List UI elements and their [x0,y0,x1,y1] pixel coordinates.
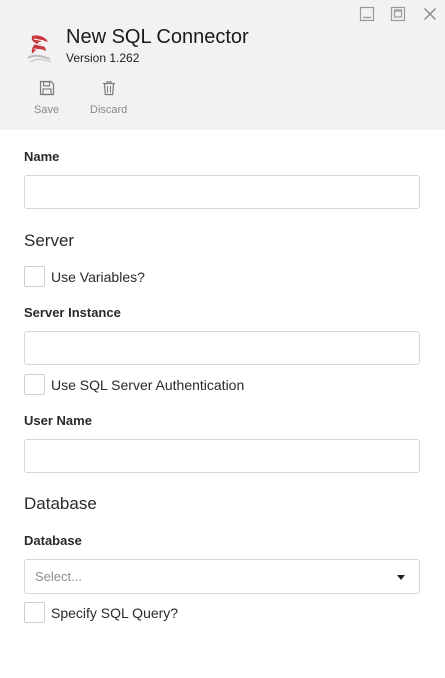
server-instance-input[interactable] [24,331,420,365]
database-select[interactable]: Select... [24,559,420,594]
sql-server-logo-icon [24,32,54,64]
name-label: Name [24,149,60,164]
sql-auth-checkbox[interactable] [24,374,45,395]
use-variables-checkbox[interactable] [24,266,45,287]
discard-button[interactable]: Discard [90,80,127,116]
use-variables-option[interactable]: Use Variables? [24,266,145,287]
database-heading: Database [24,494,97,513]
minimize-icon[interactable] [359,6,375,22]
user-name-label: User Name [24,413,92,428]
save-button[interactable]: Save [34,80,59,116]
floppy-disk-icon [39,80,55,101]
window-title: New SQL Connector [66,26,249,48]
use-variables-label: Use Variables? [51,268,145,285]
specify-query-checkbox[interactable] [24,602,45,623]
database-placeholder: Select... [35,569,82,584]
specify-query-label: Specify SQL Query? [51,604,179,621]
header-panel: New SQL Connector Version 1.262 Save Dis… [0,0,445,130]
save-label: Save [34,104,60,116]
close-icon[interactable] [422,6,438,22]
server-heading: Server [24,231,75,250]
trash-icon [101,80,117,101]
user-name-input[interactable] [24,439,420,473]
caret-down-icon [397,575,405,580]
discard-label: Discard [90,104,128,116]
sql-auth-label: Use SQL Server Authentication [51,376,245,393]
version-label: Version 1.262 [66,51,140,65]
database-label: Database [24,533,82,548]
specify-query-option[interactable]: Specify SQL Query? [24,602,178,623]
restore-icon[interactable] [390,6,406,22]
server-instance-label: Server Instance [24,305,121,320]
sql-auth-option[interactable]: Use SQL Server Authentication [24,374,244,395]
name-input[interactable] [24,175,420,209]
